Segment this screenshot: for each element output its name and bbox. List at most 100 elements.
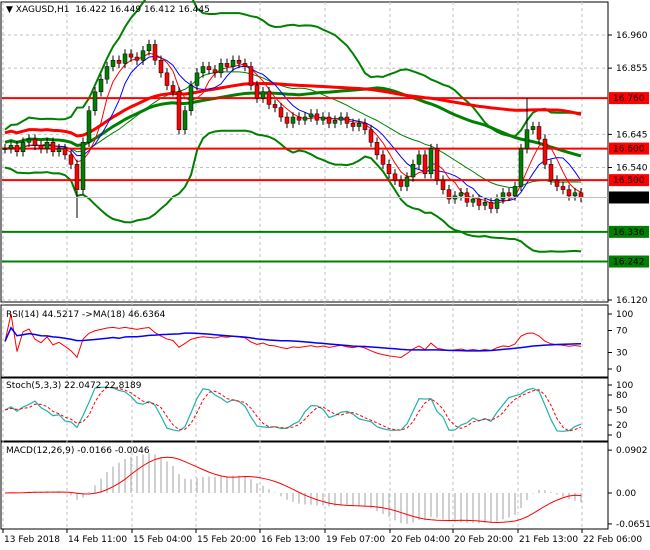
candle-body [50,142,56,152]
candle-body [524,129,530,149]
candle-body [284,116,290,124]
candle-body [368,129,374,143]
candle-body [536,126,542,140]
time-label: 13 Feb 2018 [4,535,60,545]
candle-body [272,104,278,108]
candle-body [512,186,518,197]
stoch-tick-label: 100 [616,381,633,391]
stoch-tick-label: 0 [616,431,622,441]
stoch-main-line [4,386,582,432]
candle-body [92,91,98,111]
candle-body [278,107,284,118]
rsi-label: RSI(14) 44.5217 ->MA(18) 46.6364 [6,310,166,320]
price-tick-label: 16.120 [616,296,648,306]
candle-body [116,59,122,64]
candle-body [38,145,44,149]
chart-header: ▼ XAGUSD,H1 16.422 16.449 16.412 16.445 [6,5,210,15]
candle-body [158,59,164,74]
candle-body [296,116,302,121]
macd-label: MACD(12,26,9) -0.0166 -0.0046 [6,446,150,456]
candle-body [566,189,572,197]
macd-tick-label: 0.0902 [616,446,648,456]
time-label: 20 Feb 04:00 [391,535,450,545]
candle-body [14,145,20,152]
candle-body [260,91,266,99]
candle-body [8,145,14,149]
candle-body [572,192,578,197]
candle-body [494,198,500,209]
time-label: 14 Feb 11:00 [68,535,127,545]
candle-body [362,123,368,130]
price-tick-label: 16.645 [616,130,648,140]
rsi-tick-label: 100 [616,310,633,320]
candle-body [482,201,488,206]
candle-body [554,179,560,187]
rsi-ma-line [4,326,582,352]
candle-body [134,56,140,61]
level-label: 16.242 [613,258,645,268]
candle-body [410,164,416,178]
candle-body [302,116,308,121]
candle-body [404,176,410,187]
candle-body [248,66,254,86]
candle-body [290,116,296,124]
candle-body [386,164,392,175]
candle-body [236,59,242,64]
candle-body [314,113,320,121]
candle-body [86,110,92,143]
candle-body [32,138,38,146]
stoch-tick-label: 50 [616,406,628,416]
candle-body [140,50,146,61]
candle-body [218,63,224,74]
stoch-tick-label: 80 [616,391,628,401]
candle-body [74,164,80,190]
candle-body [182,110,188,130]
candle-body [392,173,398,181]
candle-body [530,126,536,130]
candle-body [266,91,272,105]
candle-body [206,66,212,70]
candle-body [20,142,26,152]
collapse-arrow-icon[interactable]: ▼ [6,5,16,15]
price-chart[interactable]: 13 Feb 2018 14 Feb 11:00 15 Feb 04:00 15 Fe… [0,0,650,550]
level-label: 16.760 [613,94,645,104]
candle-body [470,198,476,203]
candle-body [434,148,440,181]
candle-body [176,91,182,130]
candle-body [194,72,200,86]
time-label: 19 Feb 07:00 [326,535,385,545]
candle-body [146,44,152,52]
candle-body [128,53,134,58]
stoch-label: Stoch(5,3,3) 22.0472 22.8189 [6,381,142,391]
candle-body [188,85,194,111]
candle-body [200,66,206,74]
candle-body [560,186,566,190]
candle-body [542,138,548,165]
candle-body [338,116,344,121]
candle-body [332,119,338,124]
candle-body [518,148,524,187]
candle-body [548,164,554,181]
candle-body [44,142,50,149]
candle-body [254,85,260,99]
candle-body [326,116,332,124]
candle-body [500,192,506,200]
candle-body [428,148,434,175]
candle-body [68,154,74,165]
candle-body [2,148,8,150]
candle-body [458,192,464,197]
stoch-tick-label: 20 [616,421,628,431]
price-tick-label: 16.540 [616,164,648,174]
time-label: 20 Feb 20:00 [454,535,513,545]
macd-tick-label: -0.0651 [616,520,650,530]
candle-body [224,63,230,67]
candle-body [26,138,32,143]
price-tick-label: 16.960 [616,31,648,41]
level-label: 16.500 [613,176,645,186]
candle-body [122,53,128,64]
candle-body [380,154,386,165]
rsi-tick-label: 70 [616,327,628,337]
ohlc-values: 16.422 16.449 16.412 16.445 [75,5,210,15]
candle-body [308,113,314,118]
candle-body [212,69,218,74]
